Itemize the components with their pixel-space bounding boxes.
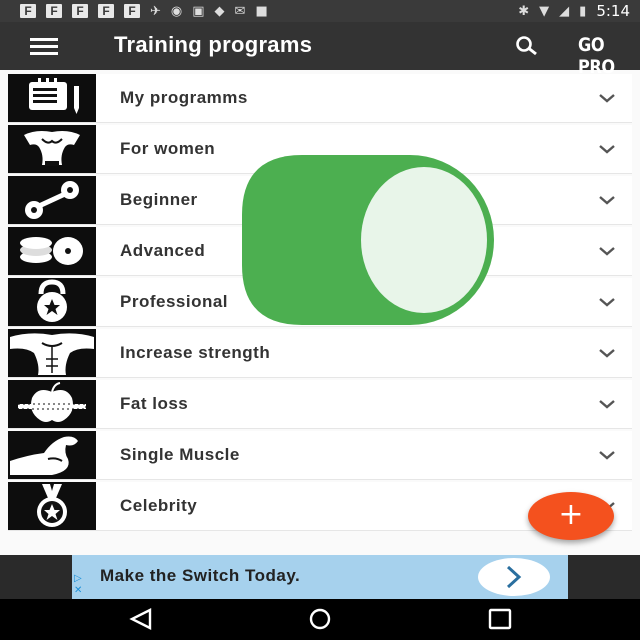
chevron-down-icon[interactable]: [598, 449, 616, 461]
chevron-right-icon: [506, 565, 522, 589]
program-item-increase-strength[interactable]: Increase strength: [8, 329, 632, 378]
program-label: Professional: [120, 292, 229, 311]
page-title: Training programs: [114, 32, 313, 57]
menu-icon[interactable]: [30, 38, 58, 55]
program-item-beginner[interactable]: Beginner: [8, 176, 632, 225]
weight-plates-icon: [8, 227, 96, 275]
program-label: For women: [120, 139, 216, 158]
star-medal-icon: [8, 482, 96, 530]
female-torso-icon: [8, 125, 96, 173]
ad-arrow-button[interactable]: [478, 558, 550, 596]
lock-icon: ▣: [192, 3, 205, 19]
program-label: Beginner: [120, 190, 198, 209]
program-item-professional[interactable]: Professional: [8, 278, 632, 327]
program-label: Celebrity: [120, 496, 198, 515]
facebook-notification-icon: F: [98, 4, 114, 18]
chevron-down-icon[interactable]: [598, 245, 616, 257]
app-bar: Training programs GO PRO: [0, 22, 640, 78]
program-item-fat-loss[interactable]: Fat loss: [8, 380, 632, 429]
ad-banner[interactable]: ▷ ✕ Make the Switch Today.: [72, 555, 568, 599]
back-icon[interactable]: [126, 607, 158, 631]
go-pro-button[interactable]: GO PRO: [578, 34, 631, 78]
signal-icon: ◢: [559, 3, 570, 19]
chevron-down-icon[interactable]: [598, 194, 616, 206]
status-bar: F F F F F ✈ ◉ ▣ ◆ ✉ ■ ✱ ▼ ◢ ▮ 5:14: [0, 0, 640, 22]
program-list: My programms For women Beginner Advanced…: [8, 74, 632, 533]
notification-icons: F F F F F ✈ ◉ ▣ ◆ ✉ ■: [0, 4, 268, 19]
chevron-down-icon[interactable]: [598, 347, 616, 359]
facebook-notification-icon: F: [72, 4, 88, 18]
kettlebell-icon: [8, 278, 96, 326]
battery-icon: ▮: [579, 3, 587, 19]
apple-tape-icon: [8, 380, 96, 428]
chevron-down-icon[interactable]: [598, 398, 616, 410]
ad-area: ▷ ✕ Make the Switch Today.: [0, 555, 640, 599]
facebook-notification-icon: F: [20, 4, 36, 18]
android-icon: ◆: [214, 3, 225, 19]
alarm-icon: ◉: [170, 3, 183, 19]
program-label: Single Muscle: [120, 445, 240, 464]
facebook-notification-icon: F: [124, 4, 140, 18]
home-icon[interactable]: [304, 607, 336, 631]
clock: 5:14: [596, 2, 630, 20]
navigation-bar: [0, 599, 640, 640]
facebook-notification-icon: F: [46, 4, 62, 18]
program-label: Increase strength: [120, 343, 271, 362]
program-item-advanced[interactable]: Advanced: [8, 227, 632, 276]
mail-icon: ✉: [234, 3, 246, 19]
chevron-down-icon[interactable]: [598, 143, 616, 155]
wifi-icon: ▼: [539, 3, 550, 19]
bluetooth-icon: ✱: [518, 3, 530, 19]
ad-text: Make the Switch Today.: [100, 566, 301, 585]
program-item-single-muscle[interactable]: Single Muscle: [8, 431, 632, 480]
male-torso-icon: [8, 329, 96, 377]
briefcase-icon: ■: [255, 3, 268, 19]
program-label: Advanced: [120, 241, 206, 260]
dumbbell-icon: [8, 176, 96, 224]
notepad-icon: [8, 74, 96, 122]
program-item-my-programms[interactable]: My programms: [8, 74, 632, 123]
chevron-down-icon[interactable]: [598, 92, 616, 104]
recent-apps-icon[interactable]: [484, 607, 516, 631]
program-item-for-women[interactable]: For women: [8, 125, 632, 174]
biceps-icon: [8, 431, 96, 479]
program-label: Fat loss: [120, 394, 189, 413]
program-label: My programms: [120, 88, 248, 107]
satellite-icon: ✈: [150, 3, 161, 19]
search-icon[interactable]: [512, 34, 542, 58]
add-program-button[interactable]: +: [528, 492, 614, 540]
chevron-down-icon[interactable]: [598, 296, 616, 308]
adchoices-icon[interactable]: ▷ ✕: [74, 573, 82, 597]
